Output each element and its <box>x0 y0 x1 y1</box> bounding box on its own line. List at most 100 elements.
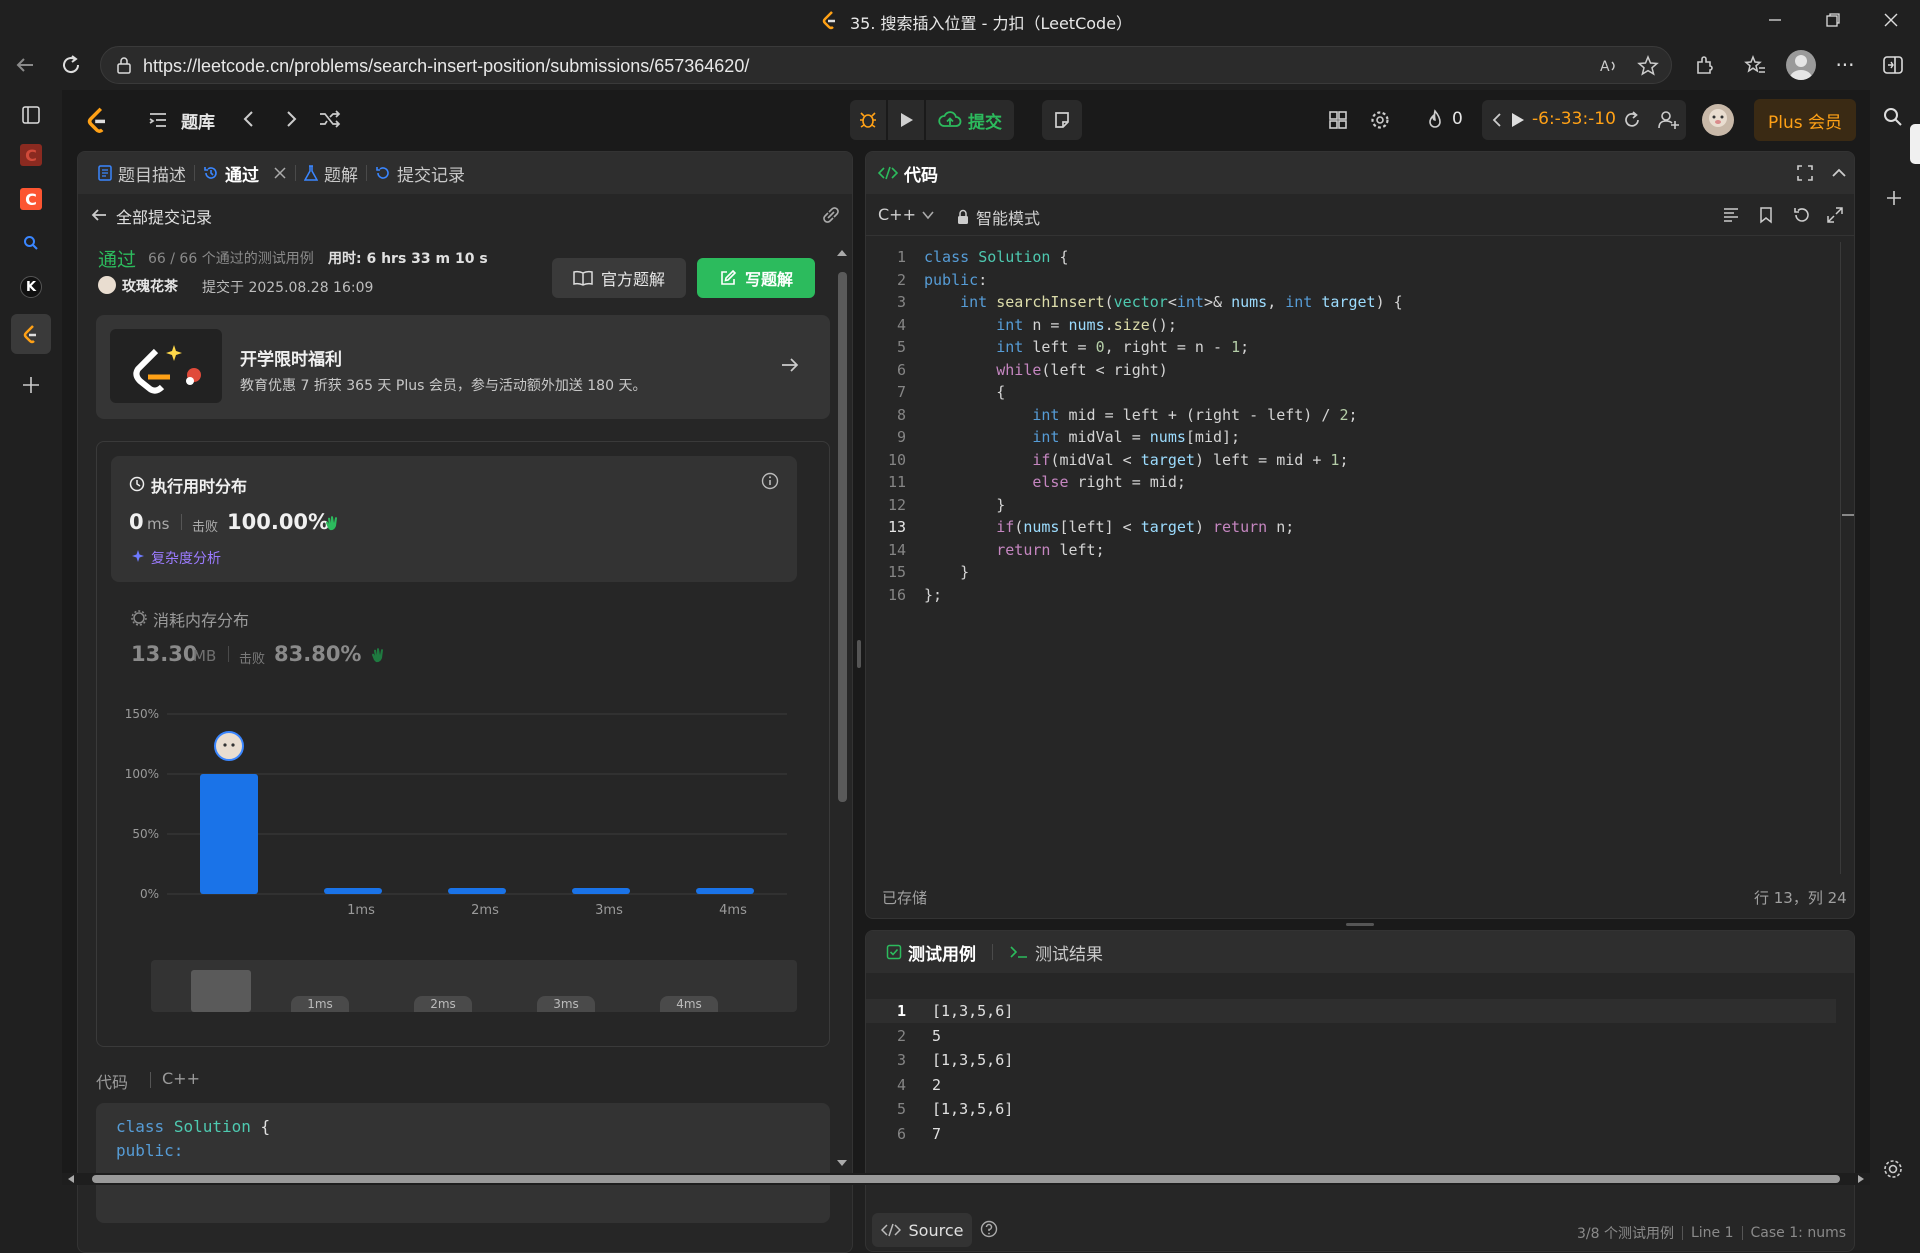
timer-play-icon[interactable] <box>1510 111 1526 129</box>
collapse-icon[interactable] <box>1830 164 1848 182</box>
reset-code-icon[interactable] <box>1792 206 1810 224</box>
more-options-icon[interactable]: ··· <box>1828 48 1862 82</box>
search-icon[interactable] <box>1882 106 1904 128</box>
profile-avatar[interactable] <box>1786 50 1816 80</box>
layout-icon[interactable] <box>1328 110 1348 130</box>
favorites-icon[interactable] <box>1738 48 1772 82</box>
favorite-star-icon[interactable] <box>1637 55 1659 77</box>
code-line[interactable]: 6 while(left < right) <box>866 359 1826 382</box>
code-line[interactable]: 13 if(nums[left] < target) return n; <box>866 516 1826 539</box>
debug-button[interactable] <box>850 100 886 140</box>
minimize-button[interactable] <box>1746 0 1804 40</box>
code-line[interactable]: 14 return left; <box>866 539 1826 562</box>
settings-gear-icon[interactable] <box>1370 110 1390 130</box>
code-line[interactable]: 9 int midVal = nums[mid]; <box>866 426 1826 449</box>
page-horizontal-scrollbar[interactable] <box>62 1173 1870 1185</box>
add-sidebar-app-icon[interactable] <box>1886 190 1902 206</box>
complexity-analysis-link[interactable]: 复杂度分析 <box>151 548 221 568</box>
chart-bar[interactable] <box>448 888 506 894</box>
invite-user-icon[interactable] <box>1658 110 1680 130</box>
tab-actions-icon[interactable] <box>14 98 48 132</box>
scroll-up-icon[interactable] <box>836 248 848 258</box>
tab-testcases[interactable]: 测试用例 <box>878 940 984 965</box>
scroll-down-icon[interactable] <box>836 1158 848 1168</box>
testcase-line[interactable]: 5 [1,3,5,6] <box>866 1097 1826 1121</box>
info-icon[interactable] <box>761 472 779 490</box>
back-arrow-icon[interactable] <box>90 206 108 224</box>
source-button[interactable]: Source <box>872 1213 972 1247</box>
panel-resize-handle[interactable] <box>857 640 861 668</box>
testcase-line[interactable]: 25 <box>866 1024 1826 1048</box>
chart-bar[interactable] <box>324 888 382 894</box>
minimap-selected-bar[interactable] <box>191 970 251 1012</box>
code-line[interactable]: 2 public: <box>866 269 1826 292</box>
code-line[interactable]: 12 } <box>866 494 1826 517</box>
reload-button[interactable] <box>54 48 88 82</box>
tab-testresult[interactable]: 测试结果 <box>1001 940 1111 965</box>
maximize-icon[interactable] <box>1796 164 1814 182</box>
testcase-line[interactable]: 42 <box>866 1073 1826 1097</box>
add-tab-icon[interactable] <box>14 368 48 402</box>
url-text[interactable]: https://leetcode.cn/problems/search-inse… <box>143 56 749 77</box>
timer-reset-icon[interactable] <box>1622 110 1642 130</box>
sidebar-search-icon[interactable] <box>14 226 48 260</box>
code-line[interactable]: 1 class Solution { <box>866 246 1826 269</box>
address-bar[interactable]: https://leetcode.cn/problems/search-inse… <box>100 46 1672 84</box>
horizontal-scroll-thumb[interactable] <box>92 1175 1840 1183</box>
chart-minimap[interactable]: 1ms 2ms 3ms 4ms <box>151 960 797 1012</box>
chart-bar[interactable] <box>200 774 258 894</box>
tab-submissions[interactable]: 提交记录 <box>367 161 473 186</box>
leetcode-logo-icon[interactable] <box>84 106 112 134</box>
code-line[interactable]: 10 if(midVal < target) left = mid + 1; <box>866 449 1826 472</box>
notes-button[interactable] <box>1042 100 1082 140</box>
code-preview[interactable]: class Solution { public: <box>96 1103 830 1223</box>
code-line[interactable]: 4 int n = nums.size(); <box>866 314 1826 337</box>
code-line[interactable]: 11 else right = mid; <box>866 471 1826 494</box>
plus-membership-button[interactable]: Plus 会员 <box>1754 99 1856 141</box>
memory-title[interactable]: 消耗内存分布 <box>153 607 249 631</box>
random-problem-icon[interactable] <box>318 108 342 130</box>
all-submissions-link[interactable]: 全部提交记录 <box>116 204 212 228</box>
testcase-editor[interactable]: 1 [1,3,5,6] 2 5 3 [1,3,5,6] 4 2 5 [1,3,5,6] 6 7 <box>866 999 1836 1149</box>
close-tab-icon[interactable] <box>273 166 287 180</box>
runtime-card[interactable]: 执行用时分布 0 ms 击败 100.00% 复杂度分析 <box>111 456 797 582</box>
read-aloud-icon[interactable]: A <box>1599 56 1619 76</box>
back-button[interactable] <box>8 48 42 82</box>
promo-arrow-icon[interactable] <box>780 355 800 375</box>
code-line[interactable]: 3 int searchInsert(vector<int>& nums, in… <box>866 291 1826 314</box>
vertical-resize-handle[interactable] <box>1346 923 1374 926</box>
sidebar-tab-csdn-2[interactable]: C <box>14 182 48 216</box>
share-link-icon[interactable] <box>820 206 842 224</box>
code-line[interactable]: 5 int left = 0, right = n - 1; <box>866 336 1826 359</box>
timer-prev-icon[interactable] <box>1490 110 1504 130</box>
user-avatar[interactable] <box>1702 104 1734 136</box>
restore-button[interactable] <box>1804 0 1862 40</box>
testcase-line[interactable]: 3 [1,3,5,6] <box>866 1048 1826 1072</box>
sidebar-tab-leetcode[interactable] <box>11 314 51 354</box>
language-selector[interactable]: C++ <box>878 205 934 224</box>
submit-button[interactable]: 提交 <box>926 100 1014 140</box>
chart-bar[interactable] <box>572 888 630 894</box>
official-solution-button[interactable]: 官方题解 <box>552 258 686 298</box>
submitter-name[interactable]: 玫瑰花茶 <box>122 276 178 296</box>
scroll-left-icon[interactable] <box>66 1174 76 1184</box>
sidebar-copilot-tab[interactable] <box>1910 124 1920 164</box>
code-line[interactable]: 15 } <box>866 561 1826 584</box>
problem-list-link[interactable]: 题库 <box>181 108 215 133</box>
tab-description[interactable]: 题目描述 <box>90 161 194 186</box>
promo-card[interactable]: 开学限时福利 教育优惠 7 折获 365 天 Plus 会员，参与活动额外加送 … <box>96 315 830 419</box>
streak-flame-icon[interactable] <box>1426 109 1444 131</box>
left-panel-scrollbar[interactable] <box>838 272 847 802</box>
code-line[interactable]: 16}; <box>866 584 1826 607</box>
close-window-button[interactable] <box>1862 0 1920 40</box>
run-button[interactable] <box>888 100 924 140</box>
write-solution-button[interactable]: 写题解 <box>697 258 815 298</box>
tab-solutions[interactable]: 题解 <box>296 161 366 186</box>
fullscreen-icon[interactable] <box>1826 206 1844 224</box>
problem-list-icon[interactable] <box>148 110 168 130</box>
format-code-icon[interactable] <box>1722 206 1740 224</box>
chart-bar[interactable] <box>696 888 754 894</box>
scroll-right-icon[interactable] <box>1856 1174 1866 1184</box>
sidebar-tab-csdn-1[interactable]: C <box>14 138 48 172</box>
tab-accepted[interactable]: 通过 <box>195 161 295 186</box>
